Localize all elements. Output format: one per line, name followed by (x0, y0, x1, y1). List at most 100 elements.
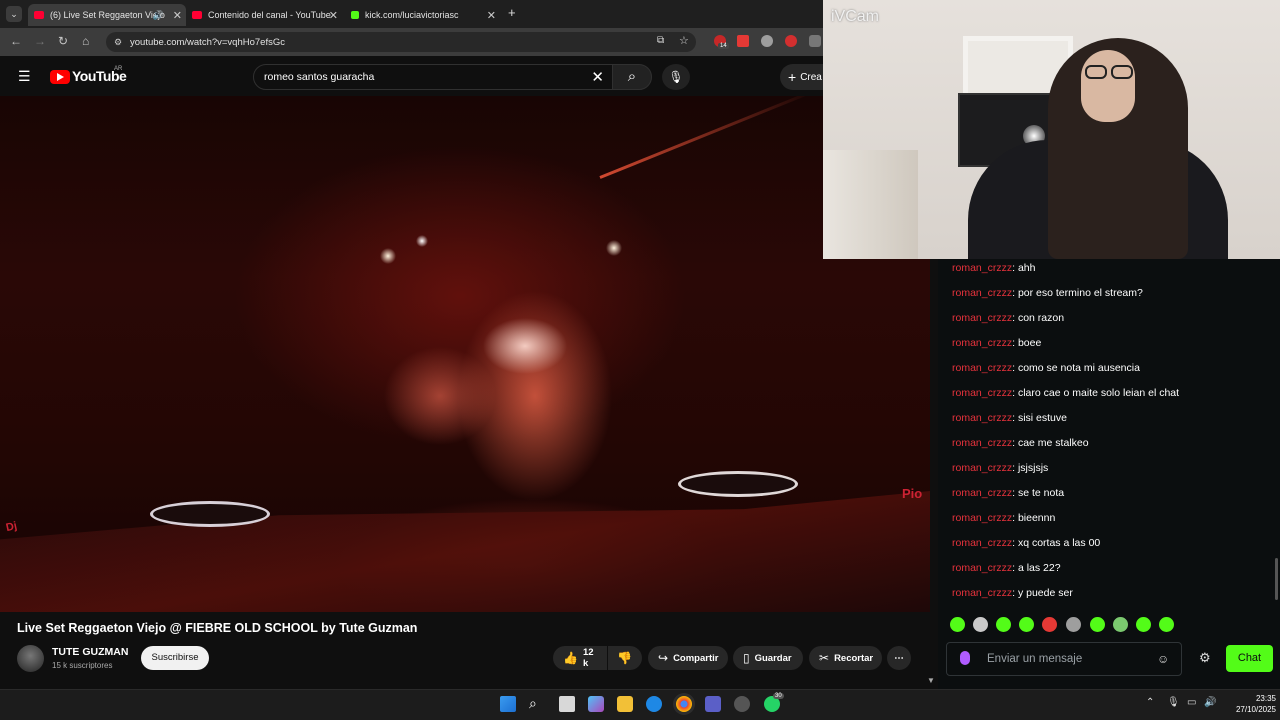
share-label: Compartir (673, 652, 719, 664)
file-explorer-icon[interactable] (617, 696, 633, 712)
tab-search-icon[interactable]: ⌄ (6, 6, 22, 22)
tab-contenido[interactable]: Contenido del canal - YouTube ✕ (186, 4, 342, 26)
chat-message: roman_crzzz: jsjsjsjs (952, 462, 1048, 474)
extensions-puzzle-icon[interactable] (809, 35, 821, 47)
emote-icon[interactable] (1042, 617, 1057, 632)
copilot-icon[interactable] (588, 696, 604, 712)
search-button[interactable]: ⌕ (612, 64, 652, 90)
tray-overflow-icon[interactable]: ⌃ (1146, 697, 1154, 708)
emoji-picker-icon[interactable]: ☺ (1157, 652, 1169, 666)
bookmark-icon: ▯ (743, 651, 750, 665)
chat-message: roman_crzzz: boee (952, 337, 1041, 349)
chat-username[interactable]: roman_crzzz (952, 462, 1012, 474)
volume-icon[interactable]: 🔊 (1204, 697, 1216, 708)
deck-brand-text: Dj (4, 519, 19, 535)
channel-avatar[interactable] (17, 645, 44, 672)
like-button[interactable]: 👍 12 k (553, 646, 607, 670)
emote-icon[interactable] (973, 617, 988, 632)
search-icon[interactable]: ⌕ (529, 695, 537, 712)
extension-icon[interactable] (737, 35, 749, 47)
tab-title: kick.com/luciavictoriasc (365, 10, 459, 20)
bookmark-star-icon[interactable]: ☆ (679, 34, 689, 47)
share-button[interactable]: ↪ Compartir (648, 646, 728, 670)
deck-brand-text: Pio (902, 486, 923, 501)
emote-icon[interactable] (1136, 617, 1151, 632)
system-clock[interactable]: 23:35 27/10/2025 (1226, 693, 1276, 715)
turntable-left (150, 501, 270, 527)
app-icon[interactable] (734, 696, 750, 712)
chat-send-button[interactable]: Chat (1226, 645, 1273, 672)
chrome-browser-icon[interactable] (676, 696, 692, 712)
microphone-tray-icon[interactable]: 🎙 (1167, 697, 1180, 708)
chat-message: roman_crzzz: ahh (952, 262, 1035, 274)
chat-message: roman_crzzz: por eso termino el stream? (952, 287, 1143, 299)
chat-username[interactable]: roman_crzzz (952, 387, 1012, 399)
task-view-icon[interactable] (559, 696, 575, 712)
chat-username[interactable]: roman_crzzz (952, 512, 1012, 524)
chat-message: roman_crzzz: con razon (952, 312, 1064, 324)
create-label: Crea (800, 71, 822, 83)
emote-icon[interactable] (1090, 617, 1105, 632)
emote-icon[interactable] (1113, 617, 1128, 632)
address-bar[interactable]: ⚙ youtube.com/watch?v=vqhHo7efsGc (106, 32, 696, 52)
tab-live-set[interactable]: (6) Live Set Reggaeton Viejo 🔊 ✕ (28, 4, 186, 26)
chat-username[interactable]: roman_crzzz (952, 412, 1012, 424)
back-icon[interactable]: ← (10, 34, 22, 48)
chat-username[interactable]: roman_crzzz (952, 587, 1012, 599)
windows-start-icon[interactable] (500, 696, 516, 712)
cast-icon[interactable]: ⧉ (657, 35, 664, 46)
close-tab-icon[interactable]: ✕ (173, 9, 182, 22)
emote-icon[interactable] (1159, 617, 1174, 632)
chat-username[interactable]: roman_crzzz (952, 287, 1012, 299)
chat-username[interactable]: roman_crzzz (952, 562, 1012, 574)
search-input[interactable]: romeo santos guaracha ✕ (253, 64, 613, 90)
hamburger-menu-icon[interactable]: ☰ (18, 68, 31, 85)
microphone-icon: 🎙 (668, 70, 684, 84)
edge-browser-icon[interactable] (646, 696, 662, 712)
chat-scrollbar[interactable] (1275, 558, 1278, 600)
more-actions-button[interactable]: ⋯ (887, 646, 911, 670)
microphone-icon[interactable] (960, 651, 970, 665)
chat-username[interactable]: roman_crzzz (952, 362, 1012, 374)
chat-username[interactable]: roman_crzzz (952, 262, 1012, 274)
chat-message: roman_crzzz: sisi estuve (952, 412, 1067, 424)
close-tab-icon[interactable]: ✕ (329, 9, 338, 22)
chat-text: con razon (1017, 312, 1065, 324)
scroll-down-icon[interactable]: ▼ (927, 676, 935, 685)
turntable-right (678, 471, 798, 497)
reload-icon[interactable]: ↻ (58, 34, 68, 48)
video-player[interactable]: Dj Pio (0, 96, 930, 612)
close-tab-icon[interactable]: ✕ (487, 9, 496, 22)
emote-icon[interactable] (996, 617, 1011, 632)
site-info-icon[interactable]: ⚙ (114, 37, 122, 48)
chat-text: por eso termino el stream? (1017, 287, 1143, 299)
chat-username[interactable]: roman_crzzz (952, 437, 1012, 449)
chat-username[interactable]: roman_crzzz (952, 337, 1012, 349)
emote-icon[interactable] (1019, 617, 1034, 632)
tab-title: Contenido del canal - YouTube (208, 10, 331, 20)
chat-message-input[interactable]: Enviar un mensaje (946, 642, 1182, 676)
forward-icon[interactable]: → (34, 34, 46, 48)
tab-kick[interactable]: kick.com/luciavictoriasc ✕ (345, 4, 500, 26)
save-button[interactable]: ▯ Guardar (733, 646, 803, 670)
store-icon[interactable] (705, 696, 721, 712)
webcam-label: iVCam (831, 8, 880, 25)
channel-name[interactable]: TUTE GUZMAN (52, 646, 128, 658)
chat-username[interactable]: roman_crzzz (952, 312, 1012, 324)
home-icon[interactable]: ⌂ (82, 34, 89, 48)
emote-icon[interactable] (1066, 617, 1081, 632)
chat-settings-gear-icon[interactable]: ⚙ (1199, 650, 1211, 666)
clear-search-icon[interactable]: ✕ (591, 68, 604, 86)
chat-username[interactable]: roman_crzzz (952, 487, 1012, 499)
voice-search-button[interactable]: 🎙 (662, 64, 690, 90)
extension-icon[interactable] (785, 35, 797, 47)
dislike-button[interactable]: 👎 (608, 646, 642, 670)
new-tab-button[interactable]: + (508, 5, 516, 20)
network-icon[interactable]: ▭ (1187, 697, 1196, 708)
extension-icon[interactable] (761, 35, 773, 47)
emote-icon[interactable] (950, 617, 965, 632)
subscribe-button[interactable]: Suscribirse (141, 646, 209, 670)
clip-button[interactable]: ✂ Recortar (809, 646, 882, 670)
chat-username[interactable]: roman_crzzz (952, 537, 1012, 549)
speaker-icon[interactable]: 🔊 (153, 10, 164, 21)
